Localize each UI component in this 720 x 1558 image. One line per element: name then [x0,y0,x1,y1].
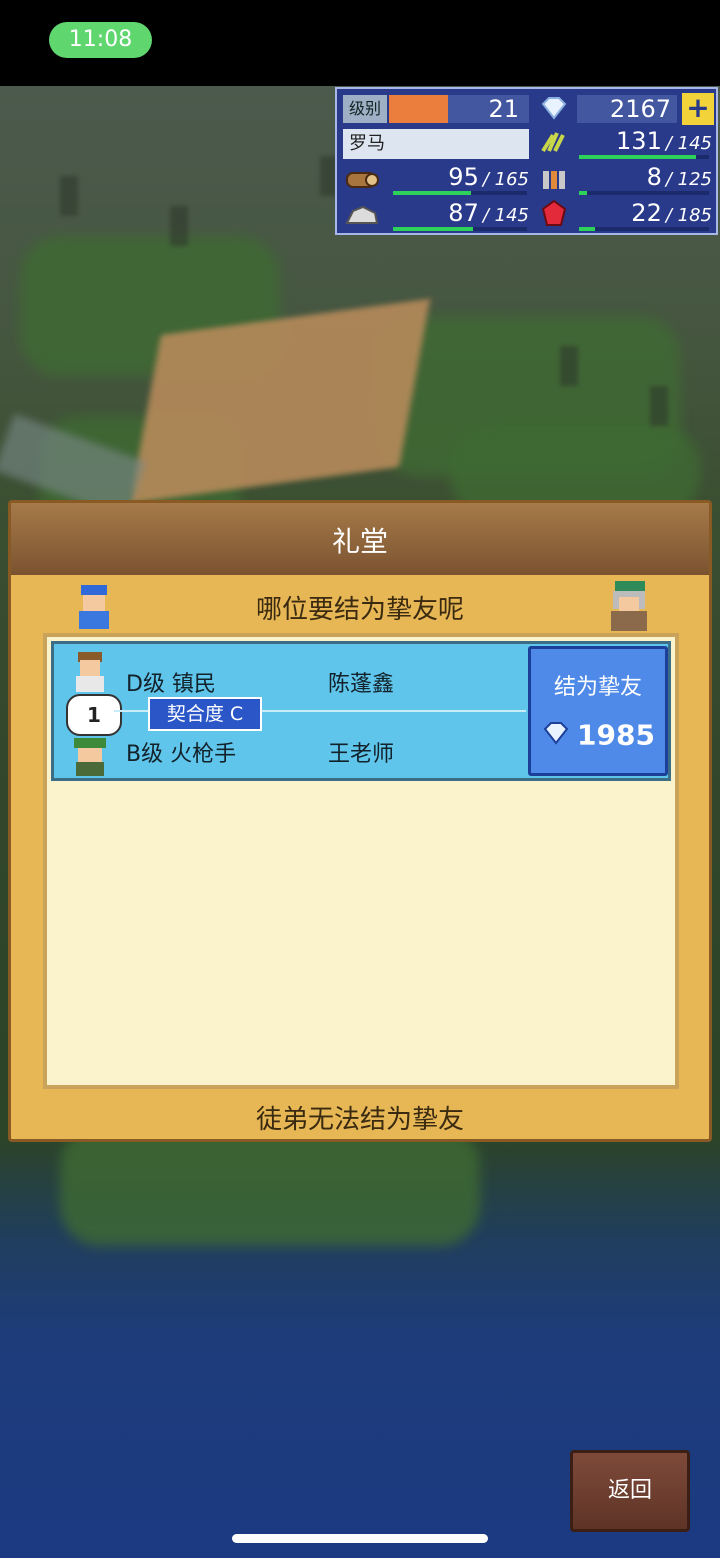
gem-icon [535,93,573,123]
buy-gems-button[interactable]: + [682,93,714,125]
wheat-icon [535,127,573,157]
pair-number-badge: 1 [66,694,122,736]
befriend-button[interactable]: 结为挚友 1985 [528,646,668,776]
first-name: 陈蓬鑫 [328,672,395,697]
compatibility-badge: 契合度 C [148,697,262,731]
food-bar [579,155,696,159]
villager-avatar [72,650,108,698]
first-rank-job: D级 镇民 [126,672,216,697]
chapel-dialog: 礼堂 哪位要结为挚友呢 1 D级 镇民 陈蓬鑫 契合度 C B级 火枪手 王老师… [8,500,712,1142]
back-button[interactable]: 返回 [570,1450,690,1532]
second-rank-job: B级 火枪手 [126,742,237,767]
gem-icon [541,719,571,752]
stone-icon [343,199,381,229]
gem-count: 2167 [577,95,677,123]
city-name: 罗马 [343,129,529,159]
second-name: 王老师 [328,742,395,767]
ore-stat: 8/ 125 [646,163,712,191]
stone-bar [393,227,473,231]
status-time: 11:08 [49,22,152,58]
befriend-label: 结为挚友 [553,675,642,700]
level-label: 级别 [343,95,387,123]
ruby-icon [535,199,573,229]
log-icon [343,163,381,193]
apprentice-note: 徒弟无法结为挚友 [255,1105,464,1135]
food-stat: 131/ 145 [616,127,712,155]
ore-bar [579,191,587,195]
wood-bar [393,191,471,195]
level-value: 21 [488,95,519,123]
friend-pair-row[interactable]: 1 D级 镇民 陈蓬鑫 契合度 C B级 火枪手 王老师 结为挚友 1985 [51,641,671,781]
resource-panel: 级别 21 2167 + 罗马 131/ 145 95/ 165 8/ 125 … [335,87,718,235]
gunner-avatar [70,736,110,782]
status-bar: 11:08 [0,0,720,86]
home-indicator[interactable] [232,1534,488,1543]
ruby-stat: 22/ 185 [631,199,712,227]
stone-stat: 87/ 145 [448,199,529,227]
befriend-cost: 1985 [531,717,665,752]
ruby-bar [579,227,595,231]
dialog-title: 礼堂 [11,503,709,575]
friend-candidate-list: 1 D级 镇民 陈蓬鑫 契合度 C B级 火枪手 王老师 结为挚友 1985 [43,633,679,1089]
wood-stat: 95/ 165 [448,163,529,191]
character-avatar-right [603,579,655,633]
tools-icon [535,163,573,193]
